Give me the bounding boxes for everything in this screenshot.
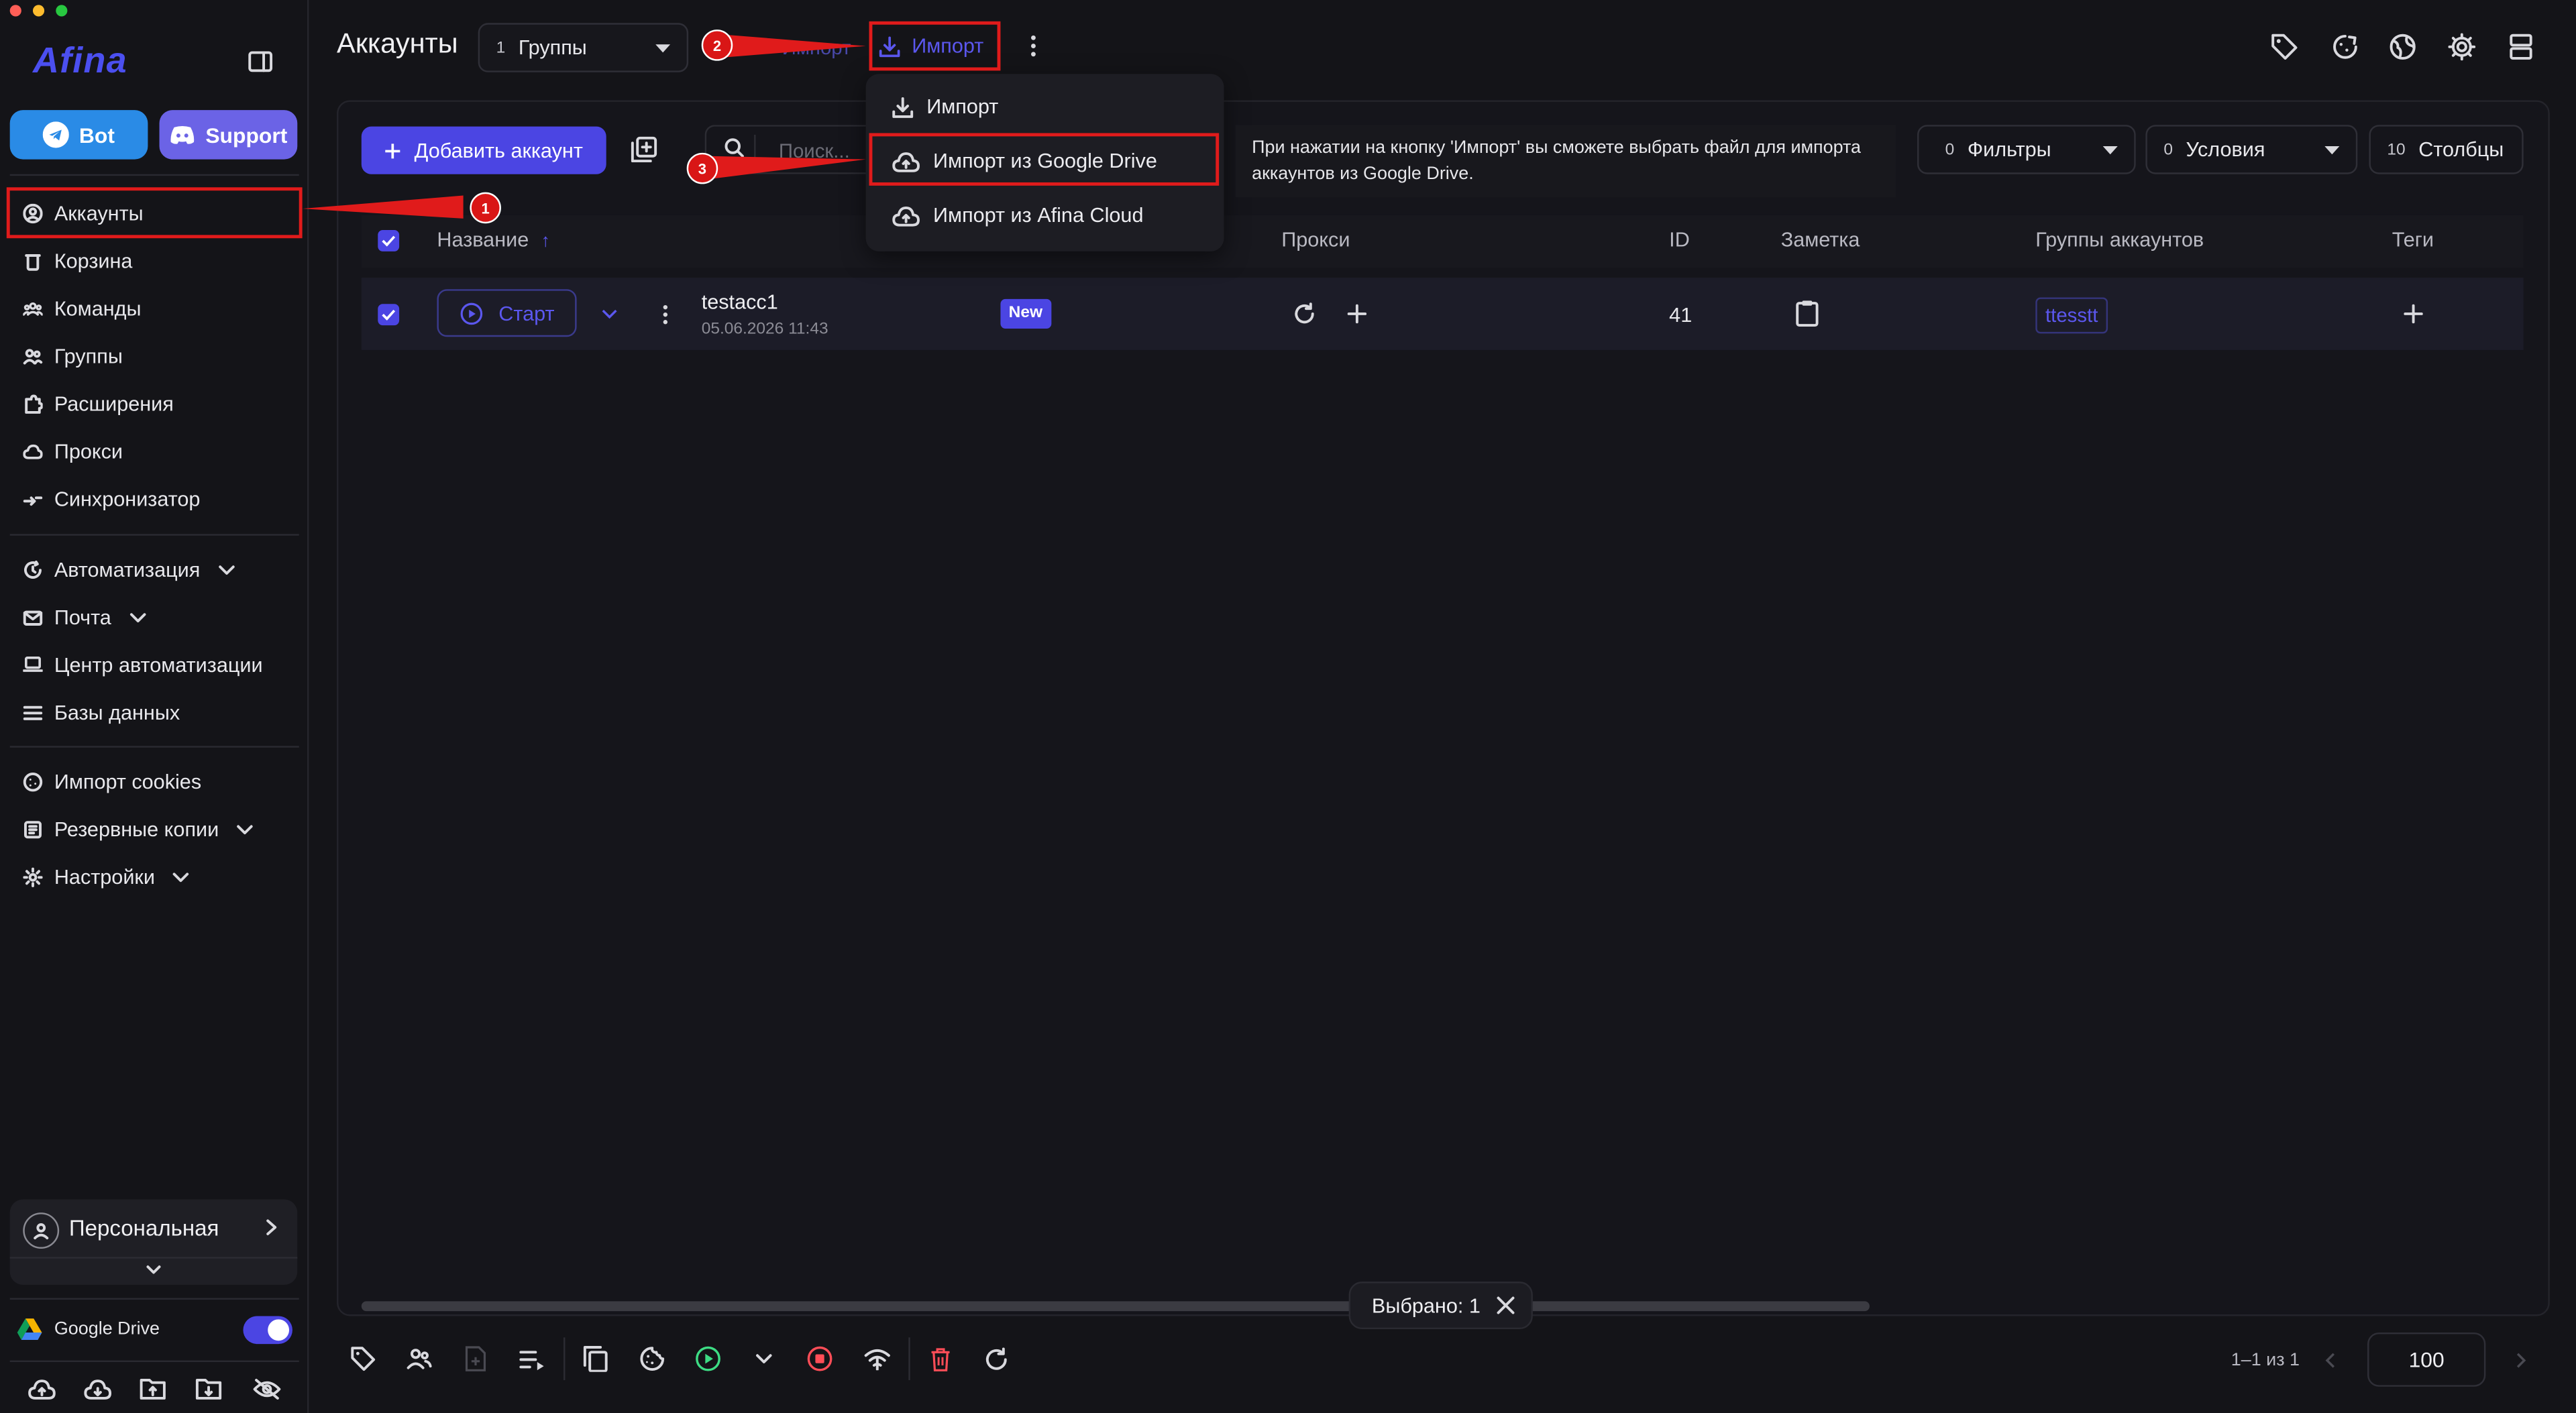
annotation-arrows — [302, 34, 866, 219]
step-badge-1: 1 — [470, 192, 501, 224]
step-badge-3: 3 — [686, 152, 718, 184]
step-badge-2: 2 — [701, 30, 733, 61]
